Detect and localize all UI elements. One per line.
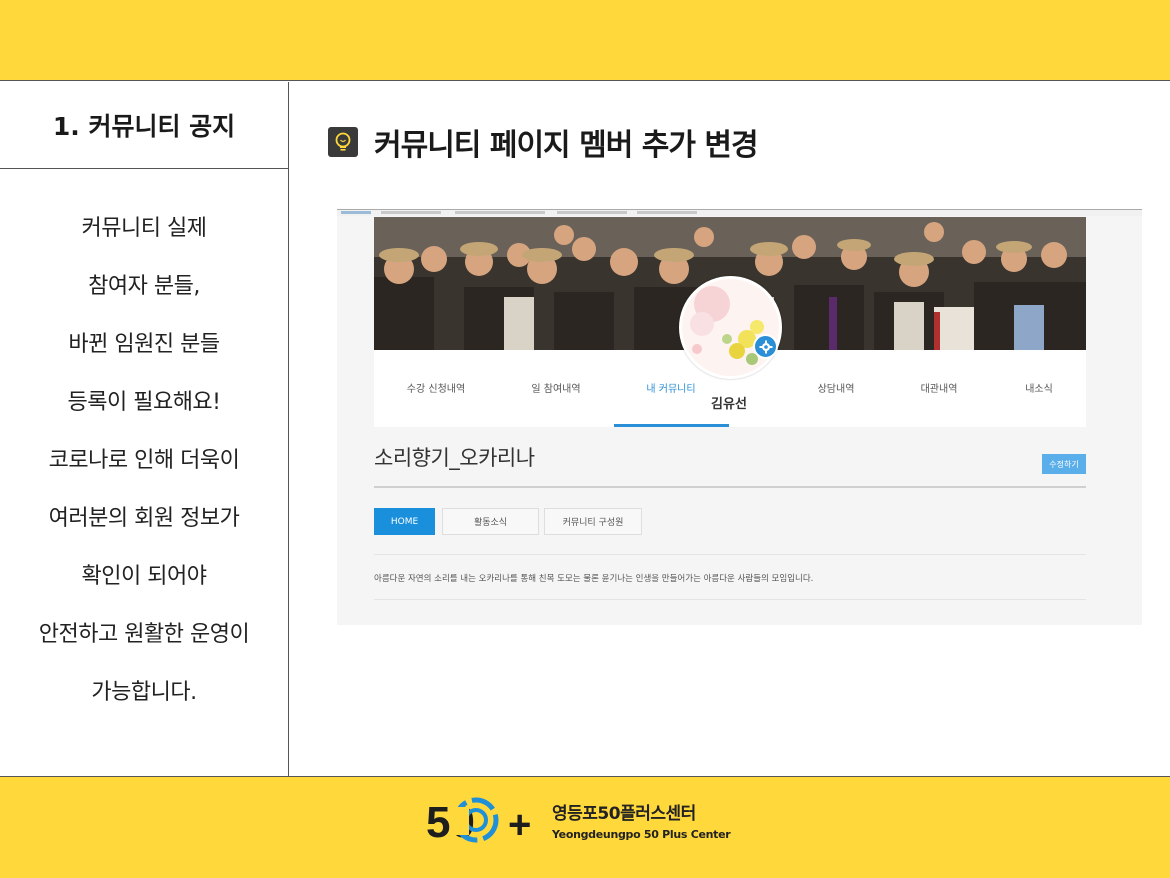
sidebar-line: 참여자 분들, [88, 274, 200, 299]
org-name-en: Yeongdeungpo 50 Plus Center [552, 828, 731, 841]
browser-bar-strip [337, 210, 1142, 216]
sidebar-line: 커뮤니티 실제 [81, 216, 207, 241]
sidebar-line: 코로나로 인해 더욱이 [48, 448, 240, 473]
org-name-kr: 영등포50플러스센터 [552, 804, 696, 824]
profile-avatar[interactable] [679, 276, 782, 379]
community-name: 소리향기_오카리나 [374, 446, 535, 470]
embedded-screenshot: 수강 신청내역 일 참여내역 내 커뮤니티 상담내역 대관내역 내소식 김유선 … [337, 209, 1142, 625]
profile-name: 김유선 [711, 397, 747, 412]
divider [374, 599, 1086, 600]
sidebar: 1. 커뮤니티 공지 커뮤니티 실제 참여자 분들, 바뀐 임원진 분들 등록이… [0, 82, 289, 776]
nav-item-rental[interactable]: 대관내역 [921, 380, 958, 395]
sidebar-title: 1. 커뮤니티 공지 [0, 82, 288, 169]
sidebar-line: 여러분의 회원 정보가 [48, 506, 240, 531]
logo-plus-text: + [508, 803, 531, 847]
sidebar-line: 확인이 되어야 [81, 564, 207, 589]
sidebar-line: 등록이 필요해요! [67, 390, 222, 415]
nav-item-consultation[interactable]: 상담내역 [818, 380, 855, 395]
tab-home[interactable]: HOME [374, 508, 435, 535]
section-divider [374, 486, 1086, 488]
nav-item-news[interactable]: 내소식 [1025, 380, 1053, 395]
top-banner [0, 0, 1170, 81]
tab-activity-news[interactable]: 활동소식 [442, 508, 539, 535]
sidebar-line: 바뀐 임원진 분들 [68, 332, 220, 357]
sidebar-line: 안전하고 원활한 운영이 [38, 622, 250, 647]
logo-ring-icon: 50 + [426, 797, 531, 847]
community-intro: 아름다운 자연의 소리를 내는 오카리나를 통해 친목 도모는 물론 윤기나는 … [374, 574, 814, 584]
sidebar-line: 가능합니다. [91, 680, 197, 705]
nav-item-my-community[interactable]: 내 커뮤니티 [646, 380, 695, 395]
main-title-text: 커뮤니티 페이지 멤버 추가 변경 [374, 128, 759, 163]
nav-item-participation[interactable]: 일 참여내역 [531, 380, 580, 395]
gear-icon[interactable] [753, 334, 778, 359]
divider [374, 554, 1086, 555]
lightbulb-icon [328, 127, 358, 157]
main-title: 커뮤니티 페이지 멤버 추가 변경 [328, 120, 759, 164]
sidebar-message: 커뮤니티 실제 참여자 분들, 바뀐 임원진 분들 등록이 필요해요! 코로나로… [0, 169, 288, 719]
edit-button[interactable]: 수정하기 [1042, 454, 1086, 474]
nav-item-course[interactable]: 수강 신청내역 [407, 380, 465, 395]
center-logo: 50 + 영등포50플러스센터 Yeongdeungpo 50 Plus Cen… [424, 792, 731, 848]
tab-community-members[interactable]: 커뮤니티 구성원 [544, 508, 642, 535]
active-tab-indicator [614, 424, 729, 427]
